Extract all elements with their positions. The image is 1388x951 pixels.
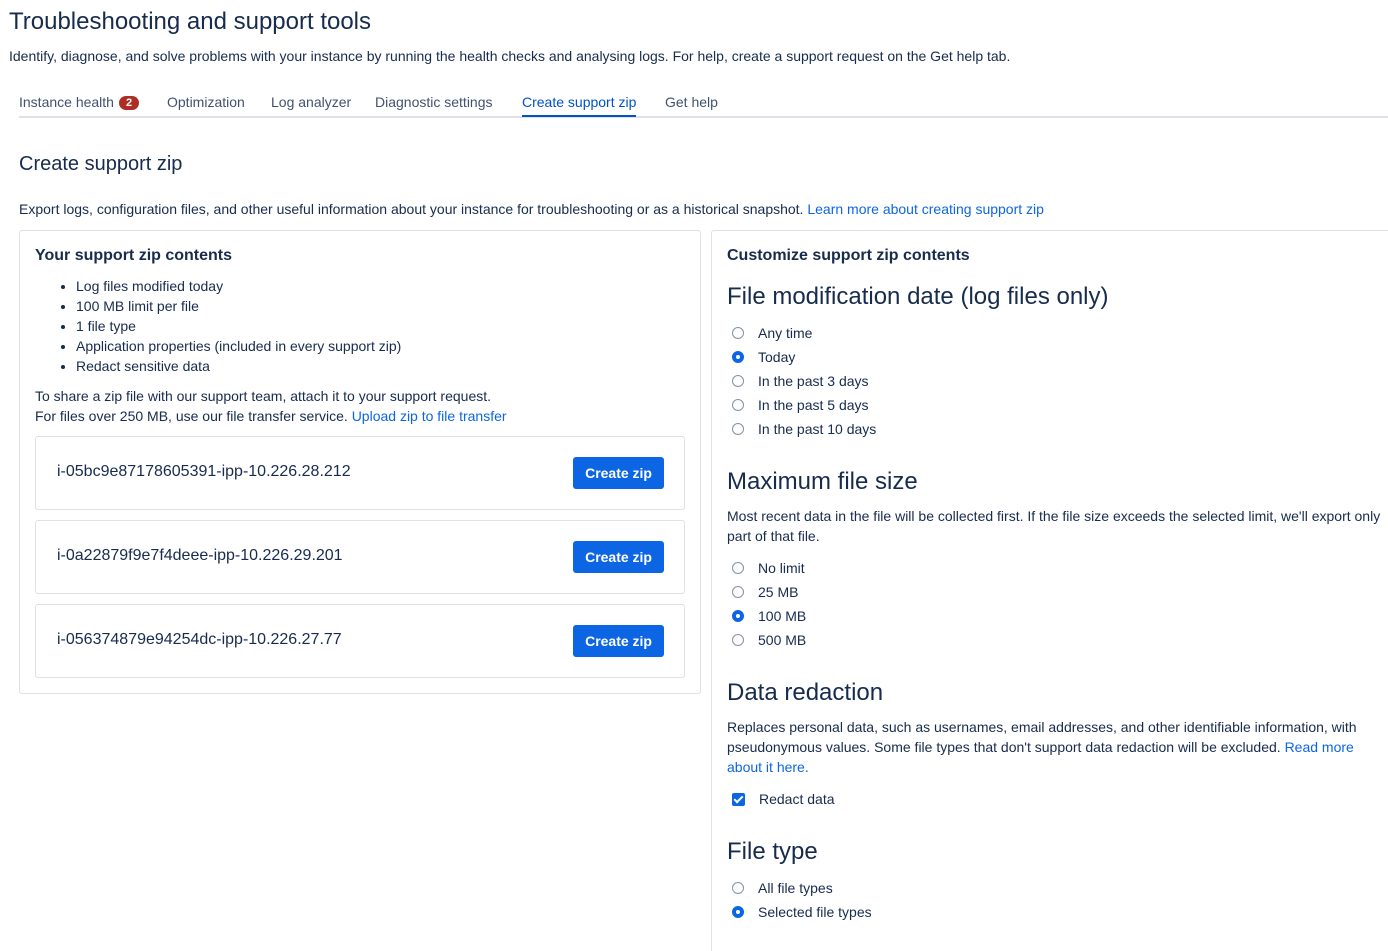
section-description: Export logs, configuration files, and ot… [19, 201, 1044, 217]
checkbox-label: Redact data [759, 791, 835, 807]
node-name: i-05bc9e87178605391-ipp-10.226.28.212 [57, 463, 351, 480]
page-title: Troubleshooting and support tools [9, 8, 372, 35]
customize-heading: Customize support zip contents [727, 247, 970, 264]
radio-button[interactable] [732, 906, 744, 918]
node-card: i-0a22879f9e7f4deee-ipp-10.226.29.201 Cr… [35, 520, 685, 594]
support-tools-page: Troubleshooting and support tools Identi… [0, 0, 1388, 951]
radio-500mb[interactable]: 500 MB [732, 632, 806, 648]
tab-instance-health[interactable]: Instance health 2 [19, 94, 140, 110]
section-title: Create support zip [19, 153, 183, 175]
redaction-description: Replaces personal data, such as username… [727, 717, 1382, 777]
list-item: Redact sensitive data [76, 356, 401, 376]
tab-log-analyzer[interactable]: Log analyzer [271, 94, 351, 110]
count-badge: 2 [118, 96, 140, 110]
tab-get-help[interactable]: Get help [665, 94, 718, 110]
radio-button[interactable] [732, 562, 744, 574]
radio-label: All file types [758, 880, 833, 896]
radio-label: In the past 3 days [758, 373, 869, 389]
radio-label: Selected file types [758, 904, 872, 920]
customize-panel: Customize support zip contents File modi… [711, 230, 1388, 951]
contents-heading: Your support zip contents [35, 247, 233, 264]
radio-today[interactable]: Today [732, 349, 795, 365]
list-item: Log files modified today [76, 276, 401, 296]
file-date-title: File modification date (log files only) [727, 283, 1109, 310]
max-size-description: Most recent data in the file will be col… [727, 508, 1381, 544]
radio-all-file-types[interactable]: All file types [732, 880, 833, 896]
radio-button[interactable] [732, 351, 744, 363]
radio-label: In the past 10 days [758, 421, 877, 437]
checkbox[interactable] [732, 792, 745, 806]
redact-data-checkbox[interactable]: Redact data [732, 791, 835, 807]
share-line-2: For files over 250 MB, use our file tran… [35, 408, 348, 424]
radio-no-limit[interactable]: No limit [732, 560, 805, 576]
radio-label: 100 MB [758, 608, 807, 624]
radio-label: 25 MB [758, 584, 799, 600]
create-zip-button[interactable]: Create zip [573, 625, 664, 657]
radio-button[interactable] [732, 610, 744, 622]
max-size-title: Maximum file size [727, 468, 918, 495]
node-name: i-056374879e94254dc-ipp-10.226.27.77 [57, 631, 342, 648]
redaction-title: Data redaction [727, 679, 884, 706]
tab-optimization[interactable]: Optimization [167, 94, 245, 110]
tab-diagnostic-settings[interactable]: Diagnostic settings [375, 94, 493, 110]
tab-create-support-zip[interactable]: Create support zip [522, 94, 637, 117]
create-zip-button[interactable]: Create zip [573, 541, 664, 573]
tab-label: Instance health [19, 94, 114, 110]
radio-label: In the past 5 days [758, 397, 869, 413]
node-card: i-056374879e94254dc-ipp-10.226.27.77 Cre… [35, 604, 685, 678]
radio-past-10-days[interactable]: In the past 10 days [732, 421, 876, 437]
support-zip-contents-panel: Your support zip contents Log files modi… [19, 230, 701, 694]
radio-any-time[interactable]: Any time [732, 325, 812, 341]
radio-button[interactable] [732, 882, 744, 894]
radio-100mb[interactable]: 100 MB [732, 608, 806, 624]
page-description: Identify, diagnose, and solve problems w… [9, 48, 1011, 64]
section-description-text: Export logs, configuration files, and ot… [19, 201, 804, 217]
list-item: 1 file type [76, 316, 401, 336]
share-line-1: To share a zip file with our support tea… [35, 388, 492, 404]
radio-label: No limit [758, 560, 805, 576]
radio-label: Any time [758, 325, 813, 341]
list-item: Application properties (included in ever… [76, 336, 401, 356]
redaction-text: Replaces personal data, such as username… [727, 719, 1357, 755]
radio-button[interactable] [732, 586, 744, 598]
learn-more-link[interactable]: Learn more about creating support zip [807, 201, 1044, 217]
tab-bar: Instance health 2 Optimization Log analyz… [19, 88, 1388, 118]
create-zip-button[interactable]: Create zip [573, 457, 664, 489]
list-item: 100 MB limit per file [76, 296, 401, 316]
radio-25mb[interactable]: 25 MB [732, 584, 798, 600]
radio-past-5-days[interactable]: In the past 5 days [732, 397, 869, 413]
share-instructions: To share a zip file with our support tea… [35, 386, 507, 426]
node-card: i-05bc9e87178605391-ipp-10.226.28.212 Cr… [35, 436, 685, 510]
contents-list: Log files modified today 100 MB limit pe… [56, 276, 401, 376]
radio-selected-file-types[interactable]: Selected file types [732, 904, 872, 920]
file-type-title: File type [727, 838, 818, 865]
radio-button[interactable] [732, 634, 744, 646]
radio-label: Today [758, 349, 796, 365]
radio-button[interactable] [732, 375, 744, 387]
radio-button[interactable] [732, 423, 744, 435]
radio-button[interactable] [732, 327, 744, 339]
radio-button[interactable] [732, 399, 744, 411]
node-name: i-0a22879f9e7f4deee-ipp-10.226.29.201 [57, 547, 343, 564]
upload-zip-link[interactable]: Upload zip to file transfer [352, 408, 507, 424]
radio-past-3-days[interactable]: In the past 3 days [732, 373, 869, 389]
radio-label: 500 MB [758, 632, 807, 648]
